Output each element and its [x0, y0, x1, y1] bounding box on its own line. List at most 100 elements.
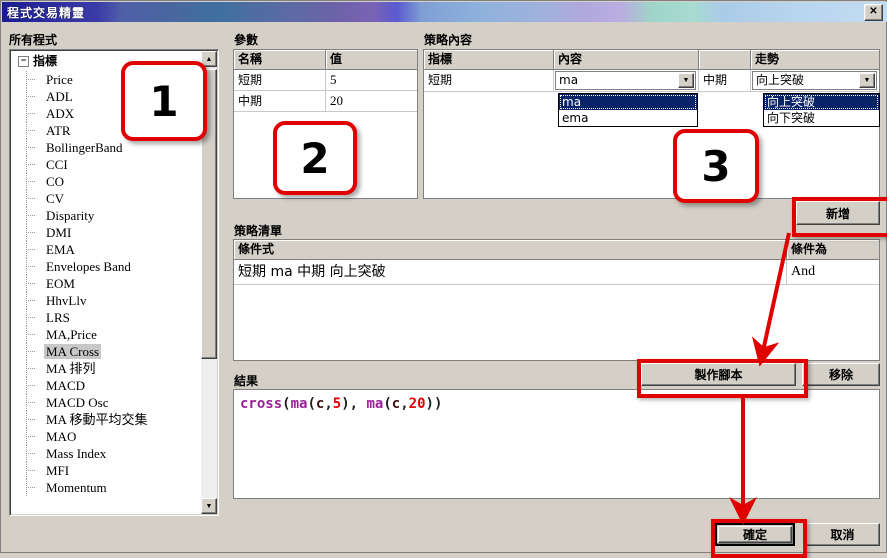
trend-dropdown-list[interactable]: 向上突破 向下突破 — [763, 93, 880, 127]
tree-item-ema[interactable]: EMA — [12, 241, 200, 258]
table-row[interactable]: 短期 ma ▼ 中期 向上突破 ▼ — [424, 70, 879, 92]
tree-item-label: CCI — [46, 157, 68, 172]
strategy-condition: And — [787, 260, 879, 285]
scroll-down-icon[interactable]: ▼ — [201, 498, 217, 514]
result-code-panel[interactable]: cross(ma(c,5), ma(c,20)) — [233, 389, 880, 499]
tree-item-label: ADL — [46, 89, 73, 104]
tree-item-label: Price — [46, 72, 73, 87]
tree-item-lrs[interactable]: LRS — [12, 309, 200, 326]
collapse-icon[interactable]: − — [18, 56, 29, 67]
code-token: c — [391, 396, 401, 412]
tree-item-mfi[interactable]: MFI — [12, 462, 200, 479]
tree-item-ma-price[interactable]: MA,Price — [12, 326, 200, 343]
params-grid-header: 名稱 值 — [234, 50, 417, 70]
annotation-step-3: 3 — [673, 129, 759, 203]
chevron-down-icon[interactable]: ▼ — [859, 73, 875, 88]
formula-combo-cell[interactable]: ma ▼ — [554, 70, 699, 92]
code-token: , — [400, 396, 409, 412]
tree-item-cv[interactable]: CV — [12, 190, 200, 207]
tree-item-label: HhvLlv — [46, 293, 87, 308]
program-trading-wizard-dialog: 程式交易精靈 ✕ 所有程式 − 指標 Price ADL ADX ATR Bolling… — [0, 0, 887, 558]
tree-item-label: MA 移動平均交集 — [46, 412, 148, 427]
annotation-highlight-make-script — [637, 359, 808, 398]
params-label: 參數 — [234, 33, 259, 47]
formula-dropdown-list[interactable]: ma ema — [558, 93, 698, 127]
strategy-col-expression: 條件式 — [234, 240, 787, 260]
strategy-list-label: 策略清單 — [234, 224, 283, 238]
trend-select[interactable]: 向上突破 ▼ — [752, 71, 877, 90]
content-col-formula: 內容 — [554, 50, 699, 70]
tree-item-co[interactable]: CO — [12, 173, 200, 190]
strategy-col-condition: 條件為 — [787, 240, 879, 260]
table-row[interactable]: 短期 5 — [234, 70, 417, 91]
code-token: 5 — [332, 396, 342, 412]
code-token: ( — [307, 396, 316, 412]
code-token: ma — [290, 396, 308, 412]
params-col-value: 值 — [326, 50, 417, 70]
strategy-content-label: 策略內容 — [424, 33, 473, 47]
tree-item-bollingerband[interactable]: BollingerBand — [12, 139, 200, 156]
tree-item-label: MACD — [46, 378, 86, 393]
trend-option-down[interactable]: 向下突破 — [764, 110, 879, 126]
tree-item-macd[interactable]: MACD — [12, 377, 200, 394]
tree-item-macd-osc[interactable]: MACD Osc — [12, 394, 200, 411]
tree-item-label: LRS — [46, 310, 70, 325]
formula-option-ema[interactable]: ema — [559, 110, 697, 126]
param-value[interactable]: 20 — [326, 91, 417, 112]
tree-item-label: CO — [46, 174, 65, 189]
tree-item-label: MAO — [46, 429, 77, 444]
annotation-highlight-add-button — [792, 197, 887, 237]
trend-selected-value: 向上突破 — [756, 73, 805, 87]
tree-item-label: CV — [46, 191, 65, 206]
code-token: cross — [240, 396, 283, 412]
all-programs-label: 所有程式 — [9, 33, 58, 47]
content-col-trend: 走勢 — [751, 50, 879, 70]
cancel-button[interactable]: 取消 — [805, 523, 880, 546]
tree-item-label: DMI — [46, 225, 72, 240]
tree-item-label: ADX — [46, 106, 75, 121]
param-value[interactable]: 5 — [326, 70, 417, 91]
tree-item-label: Mass Index — [46, 446, 107, 461]
annotation-highlight-ok — [711, 519, 807, 558]
trend-combo-cell[interactable]: 向上突破 ▼ — [751, 70, 879, 92]
tree-item-mao[interactable]: MAO — [12, 428, 200, 445]
strategy-expression: 短期 ma 中期 向上突破 — [234, 260, 787, 285]
tree-item-hhvllv[interactable]: HhvLlv — [12, 292, 200, 309]
tree-item-ma-cross[interactable]: MA Cross — [12, 343, 200, 360]
strategy-list-grid[interactable]: 條件式 條件為 短期 ma 中期 向上突破 And — [233, 239, 880, 361]
code-token: 20 — [408, 396, 426, 412]
table-row[interactable]: 短期 ma 中期 向上突破 And — [234, 260, 879, 285]
tree-item-mass-index[interactable]: Mass Index — [12, 445, 200, 462]
title-bar: 程式交易精靈 ✕ — [2, 2, 887, 22]
trend-option-up[interactable]: 向上突破 — [764, 94, 879, 110]
chevron-down-icon[interactable]: ▼ — [678, 73, 694, 88]
tree-item-eom[interactable]: EOM — [12, 275, 200, 292]
close-icon[interactable]: ✕ — [864, 4, 883, 21]
table-row[interactable]: 中期 20 — [234, 91, 417, 112]
formula-selected-value: ma — [559, 73, 579, 87]
tree-item-label: MFI — [46, 463, 70, 478]
tree-item-label: Momentum — [46, 480, 107, 495]
tree-item-ma[interactable]: MA 排列 — [12, 360, 200, 377]
formula-option-ma[interactable]: ma — [559, 94, 697, 110]
tree-item-label: EOM — [46, 276, 75, 291]
remove-button[interactable]: 移除 — [802, 363, 880, 386]
annotation-step-1: 1 — [121, 61, 207, 141]
tree-item-label: MACD Osc — [46, 395, 109, 410]
tree-item-envelopes-band[interactable]: Envelopes Band — [12, 258, 200, 275]
code-token: ( — [383, 396, 392, 412]
tree-item-ma[interactable]: MA 移動平均交集 — [12, 411, 200, 428]
content-col-spacer — [699, 50, 751, 70]
formula-select[interactable]: ma ▼ — [555, 71, 696, 90]
tree-item-label: ATR — [46, 123, 71, 138]
code-token: ), — [341, 396, 367, 412]
params-col-name: 名稱 — [234, 50, 326, 70]
tree-item-label: BollingerBand — [46, 140, 123, 155]
tree-item-disparity[interactable]: Disparity — [12, 207, 200, 224]
tree-item-dmi[interactable]: DMI — [12, 224, 200, 241]
tree-item-cci[interactable]: CCI — [12, 156, 200, 173]
content-indicator-cell: 短期 — [424, 70, 554, 92]
tree-item-momentum[interactable]: Momentum — [12, 479, 200, 496]
code-token: ma — [366, 396, 384, 412]
content-col-indicator: 指標 — [424, 50, 554, 70]
